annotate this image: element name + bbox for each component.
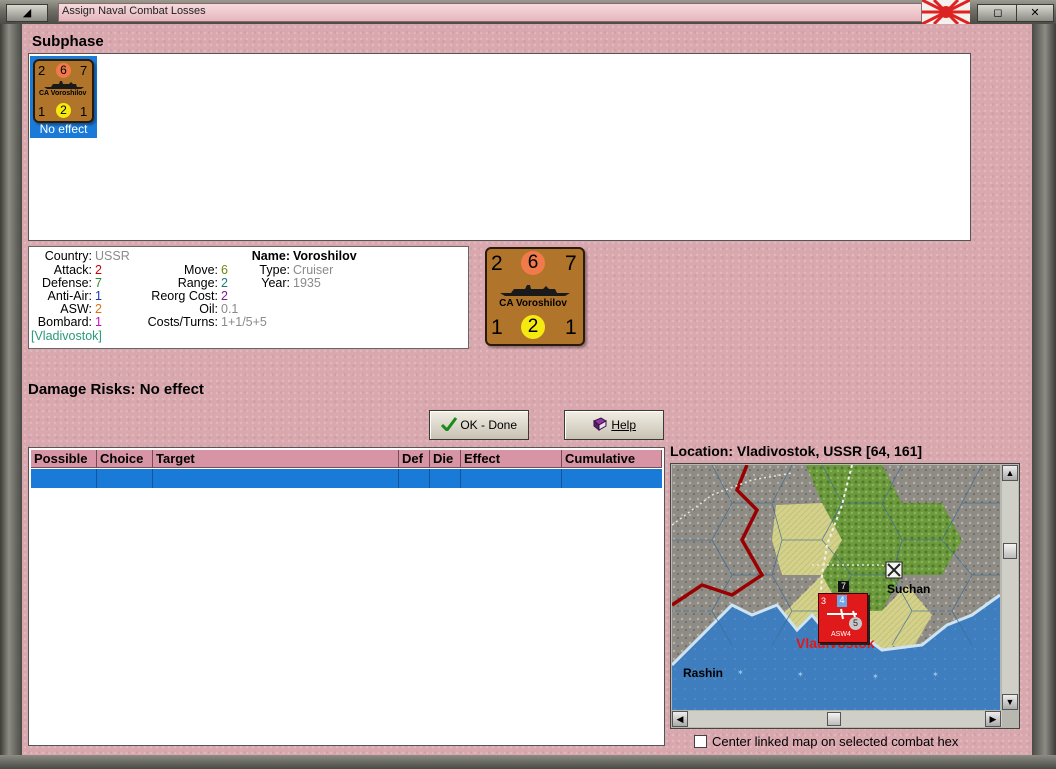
minimize-button[interactable]: ◢ <box>6 4 48 22</box>
row-divider <box>460 469 461 488</box>
svg-text:✶: ✶ <box>797 670 804 679</box>
minimize-icon: ◢ <box>22 7 32 19</box>
damage-risks-label: Damage Risks: <box>28 381 136 398</box>
row-divider <box>398 469 399 488</box>
svg-text:✶: ✶ <box>872 672 879 681</box>
location-label: Location: <box>670 443 733 459</box>
row-divider <box>96 469 97 488</box>
country-value: USSR <box>95 249 130 263</box>
column-target[interactable]: Target <box>153 450 399 468</box>
column-die[interactable]: Die <box>430 450 461 468</box>
map-unit-left: 3 <box>821 596 827 606</box>
counter-asw: 2 <box>56 103 71 118</box>
subphase-title: Subphase <box>32 33 104 50</box>
name-label: Name: <box>251 249 290 263</box>
ok-done-button[interactable]: OK - Done <box>429 410 529 440</box>
map-unit-mid: 4 <box>837 595 847 607</box>
year-label: Year: <box>261 276 290 290</box>
maximize-button[interactable]: ◻ <box>977 4 1019 22</box>
map-horizontal-scrollbar[interactable]: ◀ ▶ <box>672 711 1002 727</box>
subphase-unit-selected[interactable]: 2 6 7 CA Voroshilov 1 2 1 No effect <box>30 56 97 138</box>
counter-name: CA Voroshilov <box>39 90 87 97</box>
counter-name: CA Voroshilov <box>499 298 567 309</box>
cruiser-silhouette-icon <box>44 81 84 89</box>
restore-icon: ◻ <box>993 7 1003 19</box>
scroll-right-icon[interactable]: ▶ <box>985 711 1001 727</box>
help-book-icon <box>593 417 607 432</box>
unit-counter-small: 2 6 7 CA Voroshilov 1 2 1 <box>33 59 94 123</box>
help-button[interactable]: Help <box>564 410 664 440</box>
map-stack-count: 7 <box>838 581 849 592</box>
counter-tc: 6 <box>521 251 545 275</box>
row-divider <box>152 469 153 488</box>
frame-right <box>1032 24 1056 759</box>
place-suchan: Suchan <box>887 582 931 596</box>
linked-map[interactable]: ✶ ✶ ✶ ✶ Suchan Vladivostok Rashin 7 3 4 5 … <box>672 465 1000 710</box>
ok-done-label: OK - Done <box>460 418 518 432</box>
center-map-checkbox[interactable] <box>694 735 707 748</box>
counter-move: 7 <box>80 63 88 78</box>
map-unit-right: 5 <box>849 617 862 630</box>
rising-sun-flag-icon <box>922 0 970 24</box>
subphase-list[interactable] <box>28 53 971 241</box>
row-divider <box>561 469 562 488</box>
cruiser-silhouette-icon <box>500 285 570 296</box>
table-header: Possible Choice Target Def Die Effect Cu… <box>31 450 662 468</box>
counter-range: 1 <box>80 104 88 119</box>
year-value: 1935 <box>293 276 321 290</box>
counter-bl: 1 <box>491 316 503 339</box>
horizontal-scroll-thumb[interactable] <box>827 712 841 726</box>
costs-value: 1+1/5+5 <box>221 315 267 329</box>
help-label: Help <box>611 418 637 432</box>
unit-counter-large: 2 6 7 CA Voroshilov 1 2 1 <box>485 247 585 346</box>
damage-risks: Damage Risks: No effect <box>28 381 204 398</box>
column-choice[interactable]: Choice <box>97 450 153 468</box>
place-rashin: Rashin <box>683 666 724 680</box>
row-divider <box>429 469 430 488</box>
bombard-label: Bombard: <box>37 315 92 329</box>
bombard-value: 1 <box>95 315 102 329</box>
location-value: Vladivostok, USSR [64, 161] <box>736 443 923 459</box>
costs-label: Costs/Turns: <box>147 315 218 329</box>
counter-bc: 2 <box>521 315 545 339</box>
center-map-label[interactable]: Center linked map on selected combat hex <box>712 734 958 749</box>
counter-tr: 7 <box>565 252 577 275</box>
map-location: Location: Vladivostok, USSR [64, 161] <box>670 443 922 459</box>
scroll-up-icon[interactable]: ▲ <box>1002 465 1018 481</box>
map-unit-counter[interactable]: 3 4 5 ASW4 <box>818 593 868 643</box>
column-cumulative[interactable]: Cumulative <box>562 450 662 468</box>
svg-text:✶: ✶ <box>932 670 939 679</box>
column-possible[interactable]: Possible <box>31 450 97 468</box>
unit-location-link[interactable]: [Vladivostok] <box>31 329 102 344</box>
unit-info-box: Country: USSR Attack: 2 Defense: 7 Anti-… <box>28 246 469 349</box>
damage-risks-value: No effect <box>139 381 204 398</box>
counter-br: 1 <box>565 316 577 339</box>
svg-text:✶: ✶ <box>737 668 744 677</box>
unit-status-label: No effect <box>39 122 88 136</box>
vertical-scroll-thumb[interactable] <box>1003 543 1017 559</box>
close-button[interactable]: ✕ <box>1016 4 1054 22</box>
counter-tl: 2 <box>491 252 503 275</box>
frame-left <box>0 24 22 759</box>
combat-losses-table[interactable]: Possible Choice Target Def Die Effect Cu… <box>28 447 665 746</box>
map-vertical-scrollbar[interactable]: ▲ ▼ <box>1002 465 1018 710</box>
column-def[interactable]: Def <box>399 450 430 468</box>
column-effect[interactable]: Effect <box>461 450 562 468</box>
table-row[interactable] <box>31 469 662 488</box>
frame-bottom <box>0 755 1056 769</box>
linked-map-frame: ✶ ✶ ✶ ✶ Suchan Vladivostok Rashin 7 3 4 5 … <box>670 463 1020 729</box>
close-icon: ✕ <box>1030 7 1040 19</box>
checkmark-icon <box>440 417 458 433</box>
scroll-left-icon[interactable]: ◀ <box>672 711 688 727</box>
counter-defense: 6 <box>56 63 71 78</box>
counter-attack: 2 <box>38 63 46 78</box>
name-value: Voroshilov <box>293 249 357 263</box>
map-unit-label: ASW4 <box>831 631 851 638</box>
country-label: Country: <box>44 249 92 263</box>
scroll-down-icon[interactable]: ▼ <box>1002 694 1018 710</box>
counter-aa: 1 <box>38 104 46 119</box>
window-title: Assign Naval Combat Losses <box>62 5 206 17</box>
